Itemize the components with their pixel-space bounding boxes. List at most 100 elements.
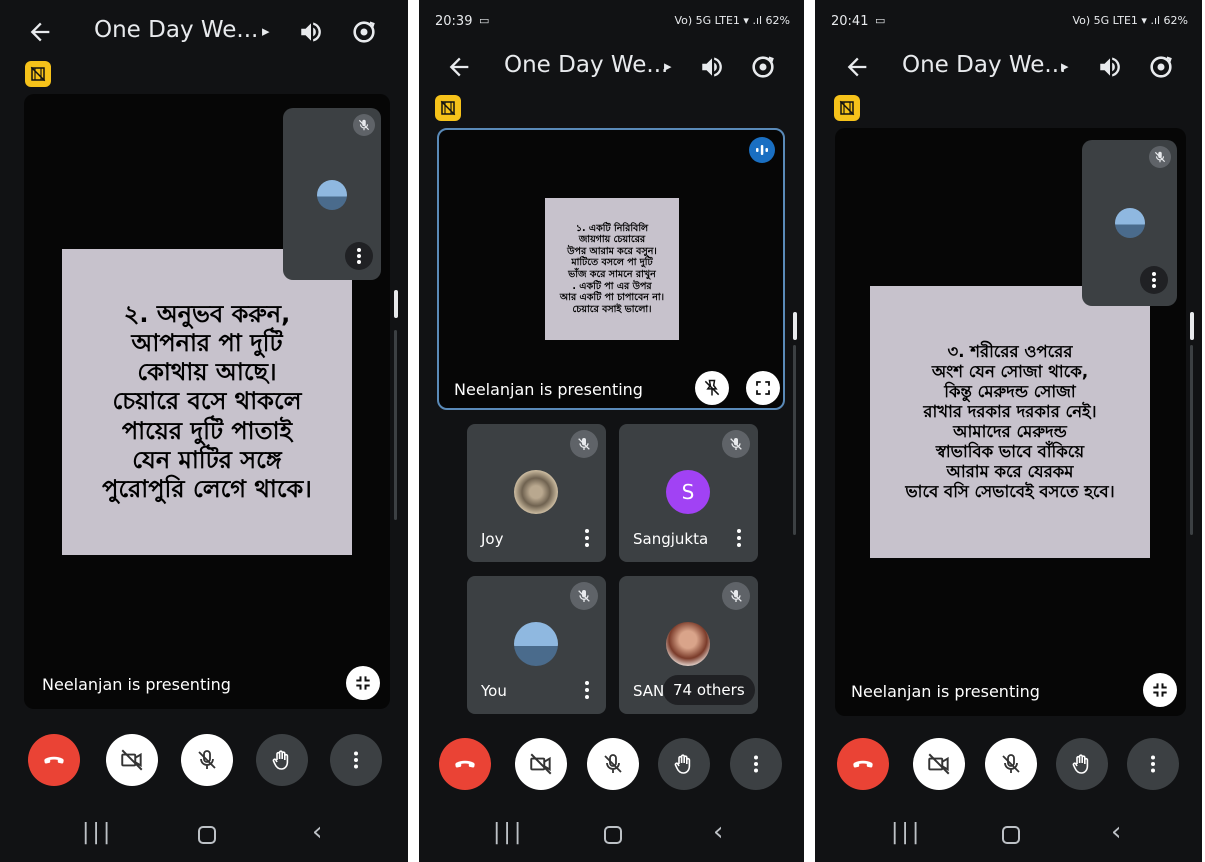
slide-content: ২. অনুভব করুন, আপনার পা দুটি কোথায় আছে।… (62, 249, 352, 555)
presenting-label: Neelanjan is presenting (42, 675, 231, 694)
scrollbar-track[interactable] (394, 330, 397, 520)
recents-icon[interactable]: ||| (493, 820, 524, 845)
scrollbar-track[interactable] (793, 345, 796, 535)
film-off-icon (839, 100, 855, 116)
top-bar: One Day We... ▸ (0, 10, 408, 56)
android-nav-bar: ||| ‹ (419, 817, 804, 850)
home-icon[interactable] (198, 826, 216, 844)
back-arrow-icon[interactable] (445, 53, 473, 81)
tile-more-icon[interactable] (584, 528, 590, 548)
self-view-pip[interactable] (283, 108, 381, 280)
scrollbar-thumb[interactable] (793, 312, 797, 340)
phone-screen-1: One Day We... ▸ ২. অনুভব করুন, আপনার পা … (0, 0, 408, 862)
participant-name: Sangjukta (633, 530, 709, 548)
pip-mic-off-button[interactable] (353, 114, 375, 136)
presentation-stage[interactable]: ১. একটি নিরিবিলি জায়গায় চেয়ারের উপর আ… (437, 128, 785, 410)
camera-off-icon (121, 749, 143, 771)
participant-avatar (514, 470, 558, 514)
participant-tile-you[interactable]: You (467, 576, 606, 714)
nav-back-icon[interactable]: ‹ (713, 817, 723, 847)
exit-fullscreen-button[interactable] (1143, 673, 1177, 707)
raise-hand-button[interactable] (256, 734, 308, 786)
raise-hand-button[interactable] (658, 738, 710, 790)
scrollbar-track[interactable] (1190, 345, 1193, 535)
caret-right-icon[interactable]: ▸ (664, 57, 672, 75)
pip-avatar (1115, 208, 1145, 238)
others-count-chip[interactable]: 74 others (663, 675, 755, 705)
tile-more-icon[interactable] (736, 528, 742, 548)
mic-off-button[interactable] (985, 738, 1037, 790)
hand-icon (1072, 754, 1089, 774)
scrollbar-thumb[interactable] (1190, 312, 1194, 340)
switch-camera-icon[interactable] (749, 53, 777, 81)
hang-up-button[interactable] (837, 738, 889, 790)
participant-avatar (514, 622, 558, 666)
scrollbar-thumb[interactable] (394, 290, 398, 318)
hang-up-icon (44, 756, 64, 764)
mic-off-icon (358, 119, 370, 131)
pip-avatar (317, 180, 347, 210)
participant-name: Joy (481, 530, 504, 548)
more-vertical-icon (354, 751, 358, 769)
presenting-label: Neelanjan is presenting (851, 682, 1040, 701)
tile-mic-off-icon (570, 582, 598, 610)
meeting-title[interactable]: One Day We... (902, 52, 1066, 78)
more-options-button[interactable] (1127, 738, 1179, 790)
participant-initial-avatar: S (666, 470, 710, 514)
participant-tile-sangjukta[interactable]: S Sangjukta (619, 424, 758, 562)
nav-back-icon[interactable]: ‹ (312, 817, 322, 847)
tile-more-icon[interactable] (584, 680, 590, 700)
cast-icon: ▭ (479, 14, 490, 27)
cast-icon: ▭ (875, 14, 886, 27)
status-time: 20:39 (435, 14, 473, 29)
mic-off-icon (1002, 754, 1020, 773)
hang-up-button[interactable] (439, 738, 491, 790)
home-icon[interactable] (604, 826, 622, 844)
pip-more-options-button[interactable] (1140, 266, 1168, 294)
caret-right-icon[interactable]: ▸ (1061, 57, 1069, 75)
more-options-button[interactable] (730, 738, 782, 790)
no-recording-badge (435, 95, 461, 121)
participant-tile-joy[interactable]: Joy (467, 424, 606, 562)
mic-off-button[interactable] (181, 734, 233, 786)
film-off-icon (440, 100, 456, 116)
tile-mic-off-icon (722, 582, 750, 610)
pip-mic-off-button[interactable] (1149, 146, 1171, 168)
back-arrow-icon[interactable] (26, 18, 54, 46)
meeting-title[interactable]: One Day We... (504, 52, 668, 78)
self-view-pip[interactable] (1082, 140, 1177, 306)
meeting-title[interactable]: One Day We... (94, 17, 258, 43)
status-signal: Vo) 5G LTE1 ▾ .ıl 62% (674, 14, 790, 27)
nav-back-icon[interactable]: ‹ (1111, 817, 1121, 847)
camera-off-button[interactable] (515, 738, 567, 790)
speaker-icon[interactable] (298, 19, 324, 45)
back-arrow-icon[interactable] (843, 53, 871, 81)
caret-right-icon[interactable]: ▸ (262, 22, 270, 40)
mic-off-icon (198, 750, 216, 769)
hand-icon (674, 754, 691, 774)
pin-off-button[interactable] (695, 371, 729, 405)
switch-camera-icon[interactable] (1147, 53, 1175, 81)
speaker-icon[interactable] (1097, 54, 1123, 80)
recents-icon[interactable]: ||| (82, 820, 113, 845)
more-vertical-icon (357, 248, 361, 264)
android-nav-bar: ||| ‹ (815, 817, 1202, 850)
recents-icon[interactable]: ||| (891, 820, 922, 845)
exit-fullscreen-button[interactable] (346, 666, 380, 700)
slide-content: ৩. শরীরের ওপরের অংশ যেন সোজা থাকে, কিন্ত… (870, 286, 1150, 558)
speaker-icon[interactable] (699, 54, 725, 80)
hang-up-icon (853, 760, 873, 768)
mic-off-button[interactable] (587, 738, 639, 790)
more-options-button[interactable] (330, 734, 382, 786)
slide-content: ১. একটি নিরিবিলি জায়গায় চেয়ারের উপর আ… (545, 198, 679, 340)
fullscreen-button[interactable] (746, 371, 780, 405)
pip-more-options-button[interactable] (345, 242, 373, 270)
raise-hand-button[interactable] (1056, 738, 1108, 790)
camera-off-button[interactable] (913, 738, 965, 790)
switch-camera-icon[interactable] (350, 18, 378, 46)
home-icon[interactable] (1002, 826, 1020, 844)
hand-icon (272, 750, 289, 770)
camera-off-button[interactable] (106, 734, 158, 786)
participant-name: You (481, 682, 507, 700)
hang-up-button[interactable] (28, 734, 80, 786)
